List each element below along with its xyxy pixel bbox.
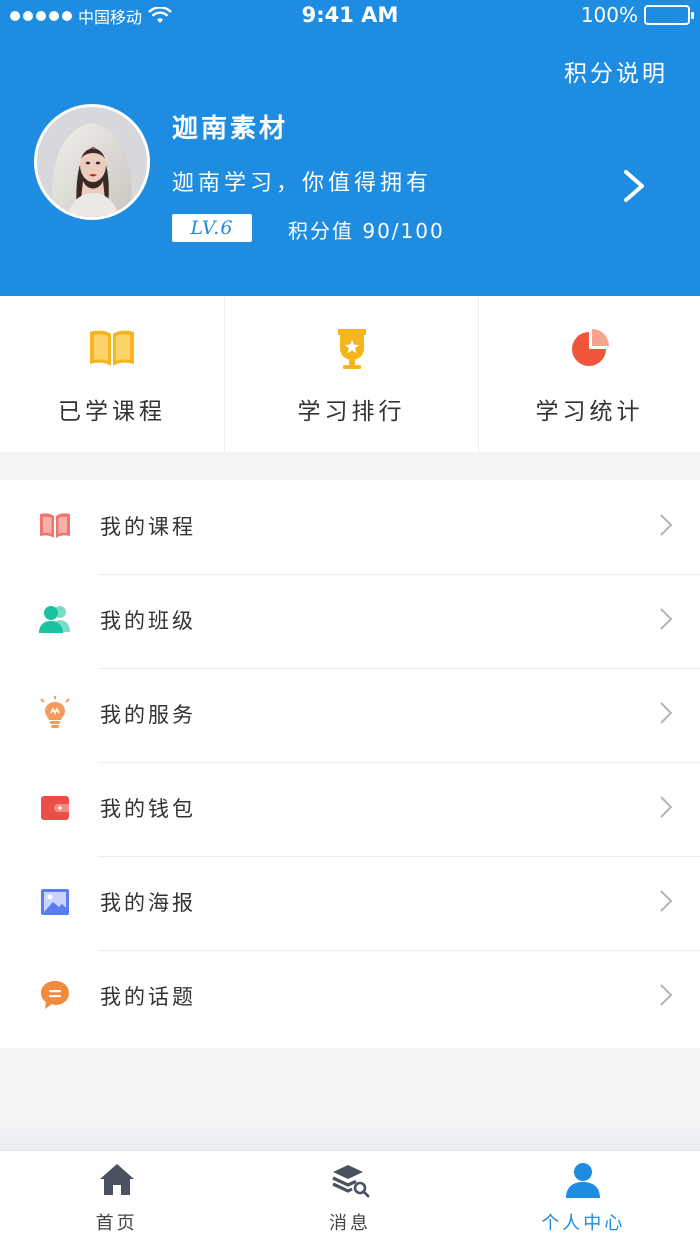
quick-learning-stats[interactable]: 学习统计 <box>478 296 700 452</box>
quick-learning-rank[interactable]: 学习排行 <box>224 296 478 452</box>
chevron-right-icon <box>660 608 673 630</box>
chevron-right-icon <box>660 796 673 818</box>
tab-home[interactable]: 首页 <box>0 1151 233 1243</box>
level-badge: LV.6 <box>172 214 252 242</box>
open-book-icon <box>90 330 134 366</box>
quick-actions: 已学课程 学习排行 学习统计 <box>0 296 700 452</box>
status-bar: 中国移动 9:41 AM 100% <box>0 0 700 32</box>
menu-list: 我的课程 我的班级 我的服务 我的钱包 我的海报 我的话题 <box>0 480 700 1048</box>
user-name: 迦南素材 <box>172 114 289 144</box>
tab-bar: 首页 消息 个人中心 <box>0 1150 700 1243</box>
menu-item-my-courses[interactable]: 我的课程 <box>0 480 700 574</box>
chevron-right-icon <box>660 890 673 912</box>
chevron-right-icon[interactable] <box>616 168 650 204</box>
chevron-right-icon <box>660 514 673 536</box>
chevron-right-icon <box>660 702 673 724</box>
layers-search-icon <box>332 1165 370 1198</box>
wallet-icon <box>41 796 69 820</box>
menu-label: 我的服务 <box>100 703 196 727</box>
menu-label: 我的课程 <box>100 515 196 539</box>
users-icon <box>39 606 70 633</box>
person-icon <box>566 1163 601 1198</box>
user-slogan: 迦南学习，你值得拥有 <box>172 171 433 196</box>
tab-label: 个人中心 <box>541 1213 626 1234</box>
quick-learned-courses[interactable]: 已学课程 <box>0 296 224 452</box>
quick-label: 学习排行 <box>297 399 406 425</box>
book-icon <box>40 513 70 538</box>
quick-label: 已学课程 <box>58 399 166 425</box>
menu-label: 我的班级 <box>100 609 196 633</box>
battery-icon <box>644 5 694 25</box>
chevron-right-icon <box>660 984 673 1006</box>
tab-label: 首页 <box>95 1213 138 1234</box>
quick-label: 学习统计 <box>535 399 644 425</box>
tabbar-shadow <box>0 1120 700 1150</box>
battery-text: 100% <box>580 3 638 27</box>
tab-profile[interactable]: 个人中心 <box>467 1151 700 1243</box>
menu-item-my-poster[interactable]: 我的海报 <box>0 856 700 950</box>
image-icon <box>41 889 69 915</box>
menu-label: 我的钱包 <box>100 797 196 821</box>
menu-item-my-service[interactable]: 我的服务 <box>0 668 700 762</box>
profile-header: 中国移动 9:41 AM 100% 积分说明 迦南素材 迦南学习，你值得拥有 L… <box>0 0 700 296</box>
lightbulb-icon <box>40 696 70 728</box>
points-value: 积分值 90/100 <box>288 219 445 243</box>
tab-messages[interactable]: 消息 <box>233 1151 466 1243</box>
menu-label: 我的海报 <box>100 891 196 915</box>
menu-item-my-class[interactable]: 我的班级 <box>0 574 700 668</box>
menu-item-my-topics[interactable]: 我的话题 <box>0 950 700 1044</box>
status-right: 100% <box>580 3 694 27</box>
avatar[interactable] <box>34 104 150 220</box>
chat-icon <box>41 981 69 1009</box>
menu-item-my-wallet[interactable]: 我的钱包 <box>0 762 700 856</box>
tab-label: 消息 <box>328 1213 371 1234</box>
home-icon <box>99 1164 134 1195</box>
trophy-icon <box>337 329 366 369</box>
menu-label: 我的话题 <box>100 985 196 1009</box>
points-info-link[interactable]: 积分说明 <box>564 54 668 88</box>
pie-chart-icon <box>571 329 609 366</box>
